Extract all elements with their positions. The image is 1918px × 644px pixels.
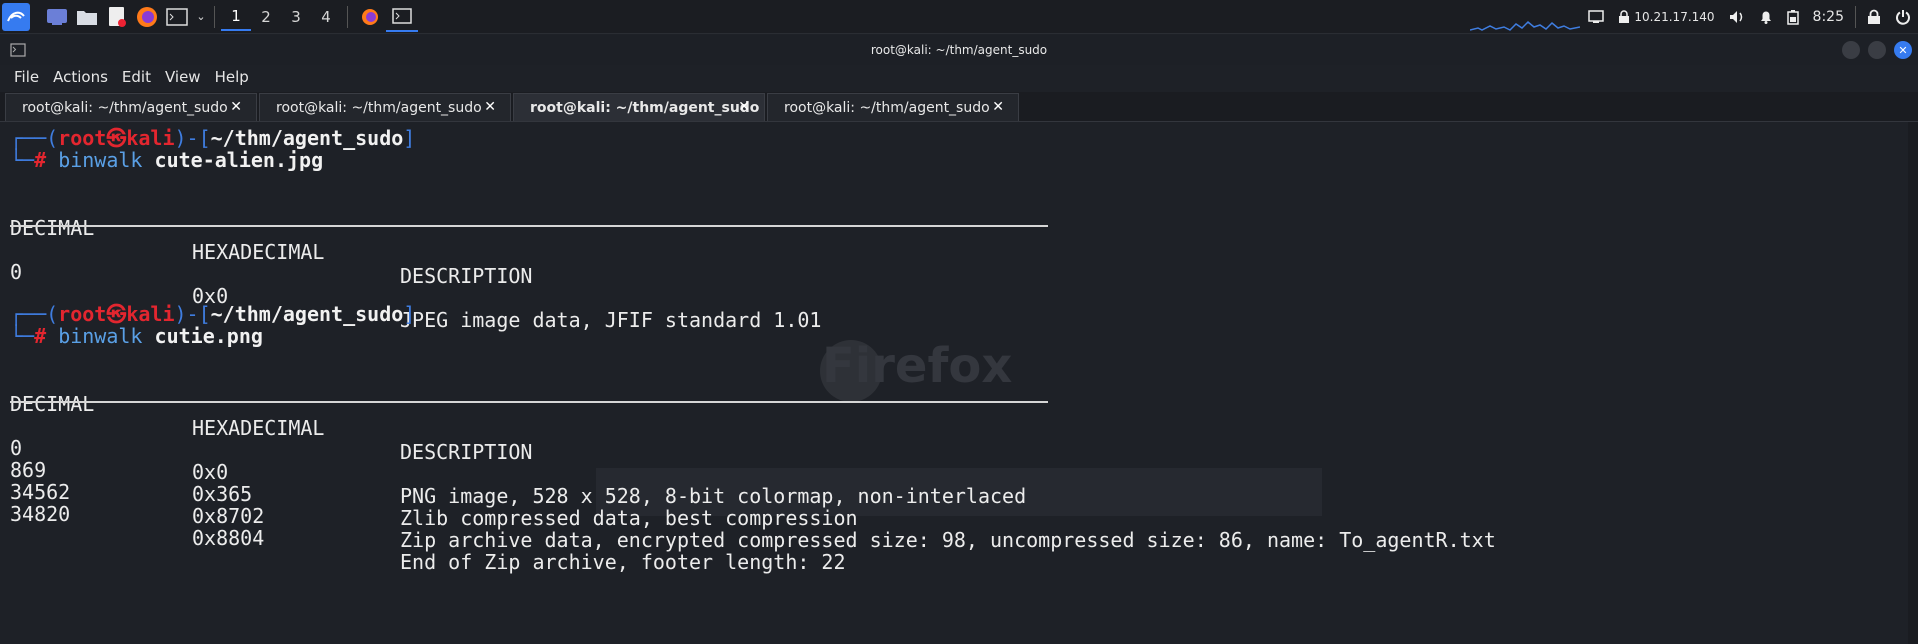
tab-label: root@kali: ~/thm/agent_sudo	[22, 99, 228, 116]
panel-separator	[214, 5, 215, 28]
panel-separator	[347, 5, 348, 28]
battery-icon[interactable]	[1786, 9, 1799, 25]
menu-actions[interactable]: Actions	[53, 68, 108, 86]
firefox-icon	[362, 8, 378, 25]
divider	[10, 225, 1048, 227]
close-button[interactable]: ✕	[1894, 41, 1912, 59]
file-manager-icon[interactable]	[74, 4, 100, 30]
tab-1[interactable]: root@kali: ~/thm/agent_sudo ✕	[5, 93, 257, 121]
command-line: └─# binwalk cutie.png	[10, 324, 263, 348]
tab-label: root@kali: ~/thm/agent_sudo	[530, 99, 760, 116]
tab-close-icon[interactable]: ✕	[484, 99, 496, 115]
tab-close-icon[interactable]: ✕	[738, 99, 750, 115]
menu-edit[interactable]: Edit	[122, 68, 151, 86]
tab-close-icon[interactable]: ✕	[992, 99, 1004, 115]
terminal-output[interactable]: Firefox ┌──(root㉿kali)-[~/thm/agent_sudo…	[0, 122, 1908, 644]
prompt-line: ┌──(root㉿kali)-[~/thm/agent_sudo]	[10, 302, 416, 326]
window-controls: ✕	[1834, 41, 1912, 59]
notification-bell-icon[interactable]	[1759, 10, 1773, 24]
desktop-icon[interactable]	[44, 4, 70, 30]
window-title: root@kali: ~/thm/agent_sudo	[870, 43, 1048, 57]
table-row: 34562 0x8702 Zip archive data, encrypted…	[10, 480, 1496, 552]
minimize-button[interactable]	[1842, 41, 1860, 59]
table-header: DECIMAL HEXADECIMAL DESCRIPTION	[10, 216, 533, 288]
divider	[10, 401, 1048, 403]
tab-label: root@kali: ~/thm/agent_sudo	[784, 99, 990, 116]
chevron-down-icon[interactable]: ⌄	[194, 4, 208, 30]
terminal-icon	[392, 7, 412, 24]
table-row: 34820 0x8804 End of Zip archive, footer …	[10, 502, 846, 574]
table-row: 869 0x365 Zlib compressed data, best com…	[10, 458, 858, 530]
menu-bar: File Actions Edit View Help	[0, 65, 1918, 89]
tab-close-icon[interactable]: ✕	[230, 99, 242, 115]
menu-help[interactable]: Help	[215, 68, 249, 86]
clock[interactable]: 8:25	[1813, 9, 1844, 25]
taskbar-firefox[interactable]	[354, 2, 386, 32]
tab-3[interactable]: root@kali: ~/thm/agent_sudo ✕	[513, 93, 765, 121]
prompt-line: ┌──(root㉿kali)-[~/thm/agent_sudo]	[10, 126, 416, 150]
lock-screen-icon[interactable]	[1867, 9, 1881, 25]
top-panel: ⌄ 1 2 3 4 10.21.17.140 8:25	[0, 0, 1918, 34]
maximize-button[interactable]	[1868, 41, 1886, 59]
taskbar-terminal[interactable]	[386, 2, 418, 32]
workspace-2[interactable]: 2	[251, 3, 281, 31]
workspace-3[interactable]: 3	[281, 3, 311, 31]
firefox-icon[interactable]	[134, 4, 160, 30]
terminal-launcher-icon[interactable]	[164, 4, 190, 30]
tab-bar: root@kali: ~/thm/agent_sudo ✕ root@kali:…	[0, 92, 1918, 122]
ip-address: 10.21.17.140	[1634, 10, 1715, 24]
tab-label: root@kali: ~/thm/agent_sudo	[276, 99, 482, 116]
vpn-indicator[interactable]: 10.21.17.140	[1618, 10, 1715, 24]
network-graph	[1470, 20, 1580, 31]
text-editor-icon[interactable]	[104, 4, 130, 30]
workspace-1[interactable]: 1	[221, 3, 251, 31]
menu-view[interactable]: View	[165, 68, 201, 86]
terminal-scrollbar[interactable]	[1908, 122, 1918, 644]
window-titlebar[interactable]: root@kali: ~/thm/agent_sudo ✕	[0, 35, 1918, 65]
terminal-icon	[10, 43, 26, 57]
tab-2[interactable]: root@kali: ~/thm/agent_sudo ✕	[259, 93, 511, 121]
display-icon[interactable]	[1588, 10, 1605, 24]
menu-file[interactable]: File	[14, 68, 39, 86]
workspace-4[interactable]: 4	[311, 3, 341, 31]
power-icon[interactable]	[1895, 9, 1911, 25]
table-row: 0 0x0 JPEG image data, JFIF standard 1.0…	[10, 260, 822, 332]
table-row: 0 0x0 PNG image, 528 x 528, 8-bit colorm…	[10, 436, 1027, 508]
volume-icon[interactable]	[1729, 10, 1745, 24]
panel-separator	[1855, 6, 1856, 28]
table-header: DECIMAL HEXADECIMAL DESCRIPTION	[10, 392, 533, 464]
kali-menu-icon[interactable]	[2, 2, 30, 31]
system-tray: 10.21.17.140 8:25	[1581, 0, 1918, 34]
command-line: └─# binwalk cute-alien.jpg	[10, 148, 324, 172]
tab-4[interactable]: root@kali: ~/thm/agent_sudo ✕	[767, 93, 1019, 121]
lock-icon	[1619, 10, 1630, 23]
